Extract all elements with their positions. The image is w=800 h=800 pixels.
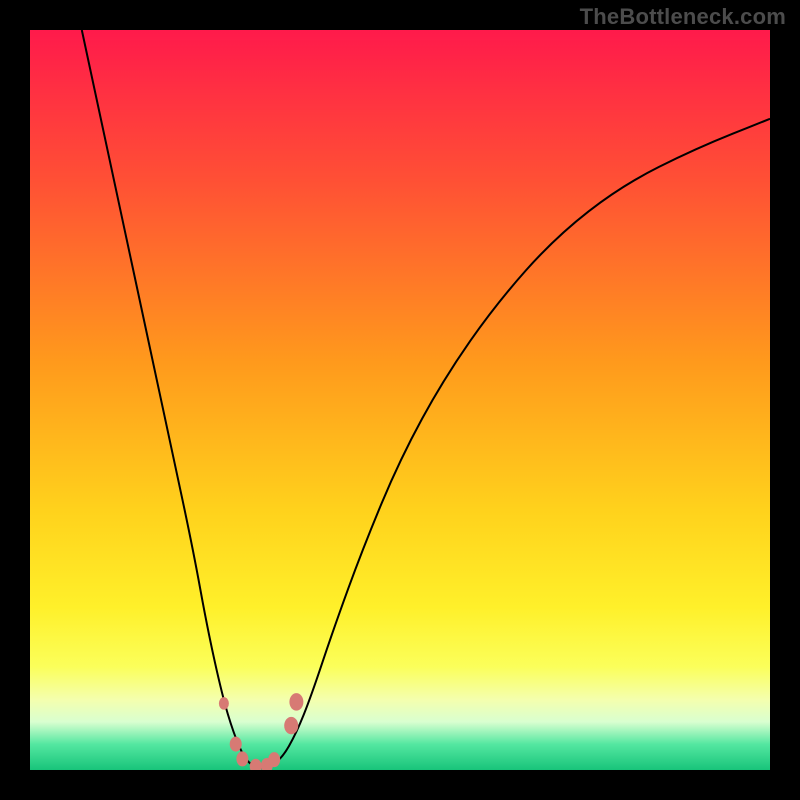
- curve-marker: [219, 697, 229, 710]
- bottleneck-curve: [82, 30, 770, 768]
- curve-marker: [236, 751, 248, 766]
- watermark-text: TheBottleneck.com: [580, 4, 786, 30]
- outer-frame: TheBottleneck.com: [0, 0, 800, 800]
- curve-marker: [268, 752, 280, 767]
- curve-marker: [230, 737, 242, 752]
- curve-markers: [219, 693, 304, 770]
- curve-marker: [284, 717, 298, 735]
- curve-marker: [289, 693, 303, 711]
- curve-marker: [250, 759, 262, 770]
- curve-svg: [30, 30, 770, 770]
- plot-area: [30, 30, 770, 770]
